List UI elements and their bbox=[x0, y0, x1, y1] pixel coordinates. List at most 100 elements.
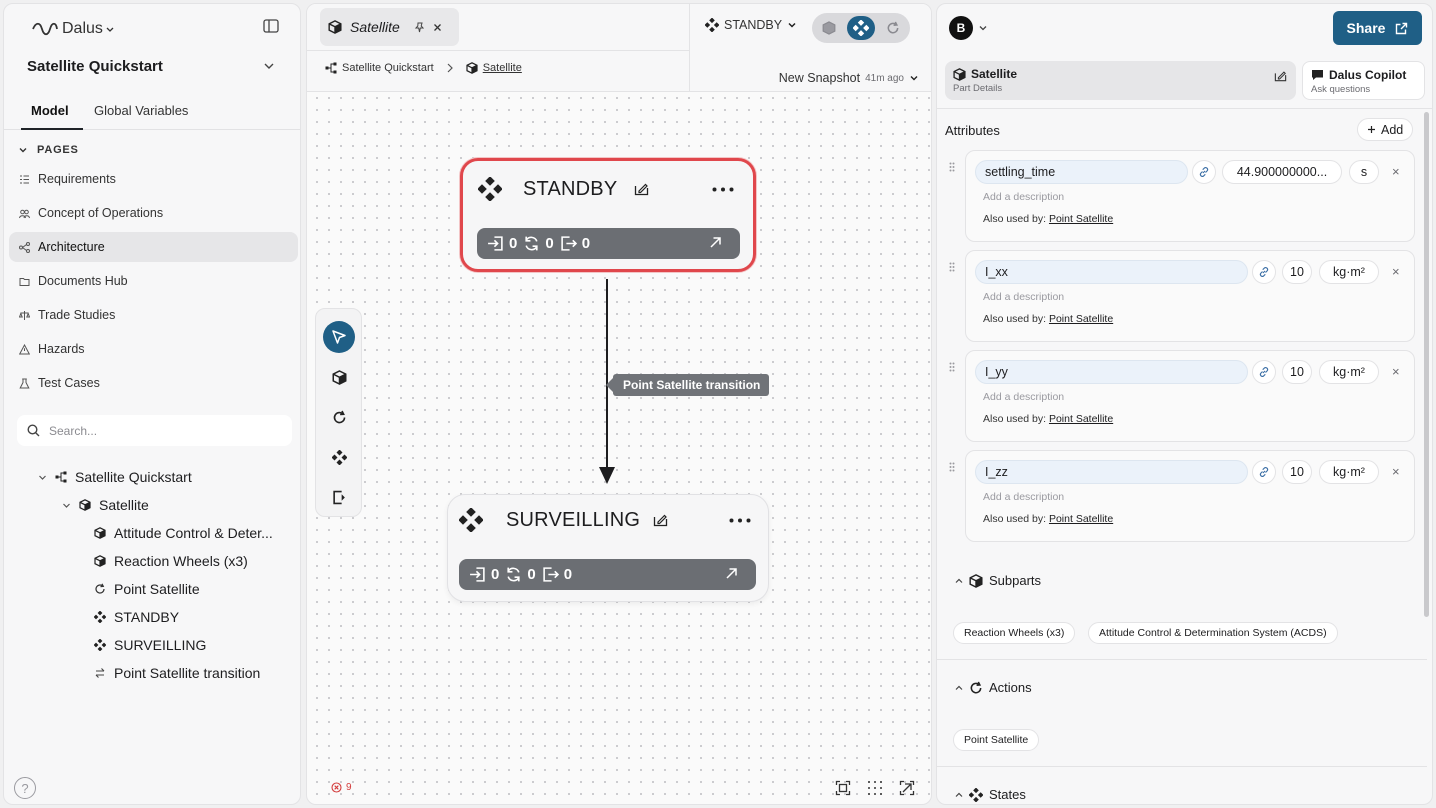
add-part-tool-button[interactable] bbox=[323, 361, 355, 393]
attribute-name-input[interactable]: I_xx bbox=[975, 260, 1248, 284]
tree-item-point-satellite[interactable]: Point Satellite bbox=[94, 581, 200, 597]
state-node-standby[interactable]: STANDBY 0 0 0 bbox=[460, 158, 756, 272]
add-state-tool-button[interactable] bbox=[323, 441, 355, 473]
attribute-unit[interactable]: kg·m² bbox=[1319, 260, 1379, 284]
edit-icon[interactable] bbox=[634, 182, 649, 196]
share-button[interactable]: Share bbox=[1333, 11, 1422, 45]
used-by-link[interactable]: Point Satellite bbox=[1049, 313, 1113, 325]
pages-header[interactable]: PAGES bbox=[18, 144, 79, 156]
sidebar-toggle-icon[interactable] bbox=[263, 19, 281, 37]
view-structure-button[interactable] bbox=[815, 16, 843, 40]
link-icon[interactable] bbox=[1252, 360, 1276, 384]
project-chevron-icon[interactable] bbox=[263, 60, 275, 72]
tree-item-point-satellite-transition[interactable]: Point Satellite transition bbox=[94, 665, 260, 681]
states-header[interactable]: States bbox=[955, 787, 1026, 802]
tab-global-variables[interactable]: Global Variables bbox=[94, 103, 188, 118]
sidebar-item-test-cases[interactable]: Test Cases bbox=[9, 368, 298, 398]
drag-handle-icon[interactable] bbox=[949, 362, 955, 372]
attribute-name-input[interactable]: I_zz bbox=[975, 460, 1248, 484]
select-tool-button[interactable] bbox=[323, 321, 355, 353]
attribute-unit[interactable]: s bbox=[1349, 160, 1379, 184]
attribute-name-input[interactable]: settling_time bbox=[975, 160, 1188, 184]
sidebar-item-documents-hub[interactable]: Documents Hub bbox=[9, 266, 298, 296]
remove-attribute-icon[interactable]: × bbox=[1392, 464, 1400, 479]
remove-attribute-icon[interactable]: × bbox=[1392, 164, 1400, 179]
link-icon[interactable] bbox=[1252, 260, 1276, 284]
tree-item-surveilling[interactable]: SURVEILLING bbox=[94, 637, 206, 653]
used-by-link[interactable]: Point Satellite bbox=[1049, 413, 1113, 425]
tree-item-satellite-quickstart[interactable]: Satellite Quickstart bbox=[38, 469, 192, 485]
tree-item-standby[interactable]: STANDBY bbox=[94, 609, 179, 625]
transition-edge[interactable] bbox=[307, 4, 932, 805]
sidebar-item-requirements[interactable]: Requirements bbox=[9, 164, 298, 194]
attribute-value-input[interactable]: 10 bbox=[1282, 360, 1312, 384]
edit-icon[interactable] bbox=[653, 513, 668, 527]
sidebar-item-hazards[interactable]: Hazards bbox=[9, 334, 298, 364]
attribute-value-input[interactable]: 10 bbox=[1282, 260, 1312, 284]
attribute-description[interactable]: Add a description bbox=[983, 291, 1064, 303]
drag-handle-icon[interactable] bbox=[949, 162, 955, 172]
state-node-surveilling[interactable]: SURVEILLING 0 0 0 bbox=[447, 494, 769, 602]
sidebar-item-concept-of-operations[interactable]: Concept of Operations bbox=[9, 198, 298, 228]
subpart-chip[interactable]: Attitude Control & Determination System … bbox=[1088, 622, 1338, 644]
breadcrumb-item-satellite[interactable]: Satellite bbox=[466, 62, 522, 74]
diagram-canvas[interactable]: Satellite Satellite Quickstart Satellite… bbox=[306, 3, 932, 805]
snapshot-selector[interactable]: New Snapshot 41m ago bbox=[779, 71, 919, 85]
used-by-link[interactable]: Point Satellite bbox=[1049, 513, 1113, 525]
remove-attribute-icon[interactable]: × bbox=[1392, 264, 1400, 279]
search-input[interactable] bbox=[49, 423, 269, 438]
attribute-description[interactable]: Add a description bbox=[983, 491, 1064, 503]
attribute-unit[interactable]: kg·m² bbox=[1319, 460, 1379, 484]
add-exit-tool-button[interactable] bbox=[323, 481, 355, 513]
attribute-unit[interactable]: kg·m² bbox=[1319, 360, 1379, 384]
error-indicator[interactable]: 9 bbox=[331, 782, 352, 793]
panel-tab-copilot[interactable]: Dalus Copilot Ask questions bbox=[1302, 61, 1425, 100]
sidebar-item-architecture[interactable]: Architecture bbox=[9, 232, 298, 262]
used-by-link[interactable]: Point Satellite bbox=[1049, 213, 1113, 225]
actions-header[interactable]: Actions bbox=[955, 680, 1032, 695]
drag-handle-icon[interactable] bbox=[949, 262, 955, 272]
state-selector[interactable]: STANDBY bbox=[705, 18, 797, 32]
subparts-header[interactable]: Subparts bbox=[955, 573, 1041, 588]
more-icon[interactable] bbox=[712, 187, 734, 192]
attribute-value-input[interactable]: 10 bbox=[1282, 460, 1312, 484]
attribute-description[interactable]: Add a description bbox=[983, 391, 1064, 403]
panel-scrollbar[interactable] bbox=[1424, 112, 1429, 617]
more-icon[interactable] bbox=[729, 518, 751, 523]
link-icon[interactable] bbox=[1192, 160, 1216, 184]
close-icon[interactable] bbox=[433, 23, 442, 32]
attribute-description[interactable]: Add a description bbox=[983, 191, 1064, 203]
attribute-name-input[interactable]: I_yy bbox=[975, 360, 1248, 384]
link-icon[interactable] bbox=[1252, 460, 1276, 484]
tree-item-attitude-control[interactable]: Attitude Control & Deter... bbox=[94, 525, 273, 541]
action-chip[interactable]: Point Satellite bbox=[953, 729, 1040, 751]
attribute-value-input[interactable]: 44.900000000... bbox=[1222, 160, 1342, 184]
add-action-tool-button[interactable] bbox=[323, 401, 355, 433]
auto-layout-icon[interactable] bbox=[899, 780, 915, 796]
chevron-down-icon[interactable] bbox=[978, 23, 988, 33]
edit-icon[interactable] bbox=[1274, 70, 1287, 82]
grid-dots-icon[interactable] bbox=[867, 780, 883, 796]
expand-arrow-icon[interactable] bbox=[725, 567, 738, 580]
sidebar-item-trade-studies[interactable]: Trade Studies bbox=[9, 300, 298, 330]
fit-view-icon[interactable] bbox=[835, 780, 851, 796]
expand-arrow-icon[interactable] bbox=[709, 236, 722, 249]
doc-tab-satellite[interactable]: Satellite bbox=[320, 8, 459, 46]
view-states-button[interactable] bbox=[847, 16, 875, 40]
add-attribute-button[interactable]: Add bbox=[1357, 118, 1414, 141]
panel-tab-part-details[interactable]: Satellite Part Details bbox=[945, 61, 1296, 100]
drag-handle-icon[interactable] bbox=[949, 462, 955, 472]
tab-model[interactable]: Model bbox=[31, 103, 69, 118]
tree-item-reaction-wheels[interactable]: Reaction Wheels (x3) bbox=[94, 553, 248, 569]
breadcrumb-item-project[interactable]: Satellite Quickstart bbox=[325, 62, 434, 74]
app-logo[interactable]: Dalus bbox=[32, 20, 117, 38]
pin-icon[interactable] bbox=[414, 22, 425, 33]
transition-label[interactable]: Point Satellite transition bbox=[605, 374, 770, 396]
tree-item-satellite[interactable]: Satellite bbox=[62, 497, 149, 513]
view-actions-button[interactable] bbox=[879, 16, 907, 40]
avatar[interactable]: B bbox=[949, 16, 973, 40]
search-box[interactable] bbox=[17, 415, 292, 446]
remove-attribute-icon[interactable]: × bbox=[1392, 364, 1400, 379]
help-button[interactable]: ? bbox=[14, 777, 36, 799]
subpart-chip[interactable]: Reaction Wheels (x3) bbox=[953, 622, 1076, 644]
